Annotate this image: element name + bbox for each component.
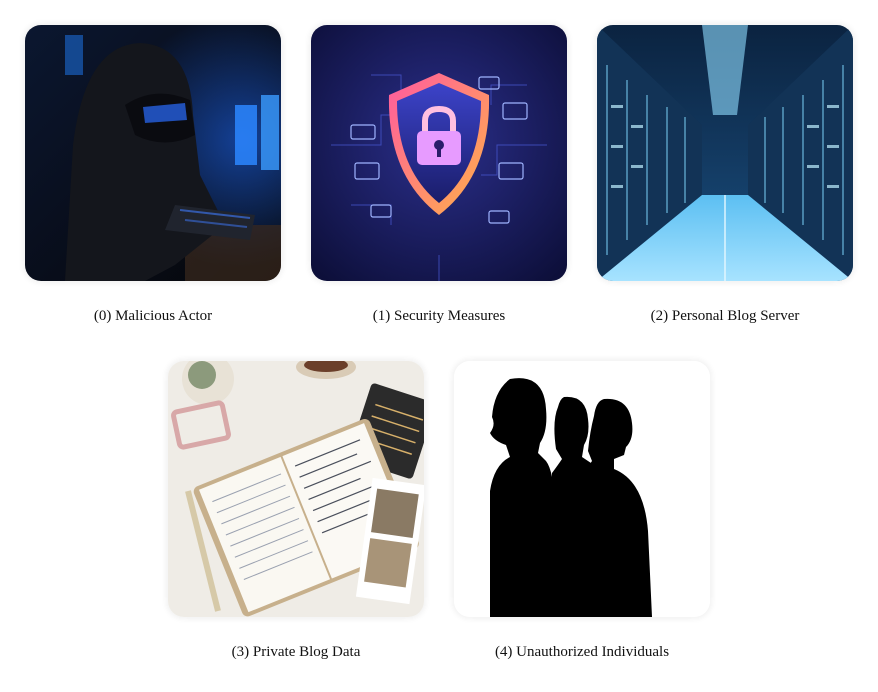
journal-notebook-illustration (168, 361, 424, 617)
malicious-actor-image (25, 25, 281, 281)
caption-private-blog-data: (3) Private Blog Data (231, 644, 361, 660)
caption-security-measures: (1) Security Measures (372, 308, 506, 324)
caption-unauthorized-individuals: (4) Unauthorized Individuals (494, 644, 670, 660)
caption-personal-blog-server: (2) Personal Blog Server (650, 308, 800, 324)
private-blog-data-image (168, 361, 424, 617)
server-room-illustration (597, 25, 853, 281)
personal-blog-server-image (597, 25, 853, 281)
caption-malicious-actor: (0) Malicious Actor (93, 308, 213, 324)
shield-lock-icon (311, 25, 567, 281)
silhouette-people-illustration (454, 361, 710, 617)
security-measures-image (311, 25, 567, 281)
unauthorized-individuals-image (454, 361, 710, 617)
hacker-illustration (25, 25, 281, 281)
